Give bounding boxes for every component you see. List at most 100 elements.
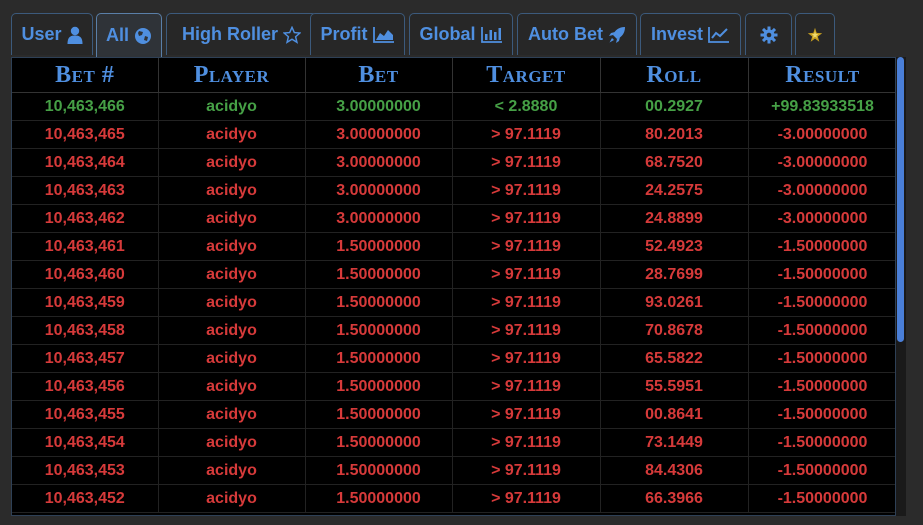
table-row[interactable]: 10,463,460 acidyo 1.50000000 > 97.1119 28.76… <box>12 260 895 289</box>
table-row[interactable]: 10,463,464 acidyo 3.00000000 > 97.1119 68.75… <box>12 148 895 177</box>
tab-favorites[interactable] <box>795 13 835 55</box>
tab-label: Auto Bet <box>528 24 603 44</box>
result-cell: -1.50000000 <box>748 372 895 401</box>
table-row[interactable]: 10,463,452 acidyo 1.50000000 > 97.1119 66.39… <box>12 484 895 513</box>
player-cell: acidyo <box>158 260 306 289</box>
bet-amount-cell: 3.00000000 <box>305 120 453 149</box>
player-cell: acidyo <box>158 428 306 457</box>
player-cell: acidyo <box>158 148 306 177</box>
bet-number-cell[interactable]: 10,463,466 <box>12 92 159 121</box>
tab-high-roller[interactable]: High Roller <box>166 13 317 55</box>
rocket-icon <box>608 26 626 44</box>
result-cell: -3.00000000 <box>748 176 895 205</box>
roll-cell: 24.2575 <box>600 176 749 205</box>
target-cell: > 97.1119 <box>452 260 601 289</box>
bet-number-cell[interactable]: 10,463,455 <box>12 400 159 429</box>
target-cell: < 2.8880 <box>452 92 601 121</box>
target-cell: > 97.1119 <box>452 344 601 373</box>
tab-profit[interactable]: Profit <box>310 13 405 55</box>
roll-cell: 80.2013 <box>600 120 749 149</box>
star-icon <box>283 25 301 44</box>
bet-amount-cell: 1.50000000 <box>305 232 453 261</box>
tab-label: User <box>21 24 62 44</box>
tab-invest[interactable]: Invest <box>640 13 741 55</box>
table-row[interactable]: 10,463,463 acidyo 3.00000000 > 97.1119 24.25… <box>12 176 895 205</box>
table-row[interactable]: 10,463,462 acidyo 3.00000000 > 97.1119 24.88… <box>12 204 895 233</box>
bet-number-cell[interactable]: 10,463,456 <box>12 372 159 401</box>
tab-label: High Roller <box>181 24 278 44</box>
table-row[interactable]: 10,463,453 acidyo 1.50000000 > 97.1119 84.43… <box>12 456 895 485</box>
table-row[interactable]: 10,463,459 acidyo 1.50000000 > 97.1119 93.02… <box>12 288 895 317</box>
bet-amount-cell: 1.50000000 <box>305 484 453 513</box>
table-header-row: Bet # Player Bet Target Roll Result <box>12 58 895 93</box>
player-cell: acidyo <box>158 92 306 121</box>
bet-number-cell[interactable]: 10,463,457 <box>12 344 159 373</box>
bar-chart-icon <box>480 26 503 43</box>
roll-cell: 73.1449 <box>600 428 749 457</box>
bets-table: Bet # Player Bet Target Roll Result 10,4… <box>12 58 895 513</box>
tab-settings[interactable] <box>745 13 792 55</box>
table-row[interactable]: 10,463,456 acidyo 1.50000000 > 97.1119 55.59… <box>12 372 895 401</box>
tab-user[interactable]: User <box>11 13 93 55</box>
bet-number-cell[interactable]: 10,463,465 <box>12 120 159 149</box>
bet-amount-cell: 1.50000000 <box>305 288 453 317</box>
bet-number-cell[interactable]: 10,463,453 <box>12 456 159 485</box>
bet-amount-cell: 3.00000000 <box>305 176 453 205</box>
bet-number-cell[interactable]: 10,463,462 <box>12 204 159 233</box>
bet-number-cell[interactable]: 10,463,461 <box>12 232 159 261</box>
roll-cell: 24.8899 <box>600 204 749 233</box>
result-cell: -1.50000000 <box>748 260 895 289</box>
tab-global[interactable]: Global <box>409 13 513 55</box>
bet-amount-cell: 1.50000000 <box>305 316 453 345</box>
result-cell: -1.50000000 <box>748 344 895 373</box>
target-cell: > 97.1119 <box>452 120 601 149</box>
table-row[interactable]: 10,463,466 acidyo 3.00000000 < 2.8880 00.292… <box>12 92 895 121</box>
target-cell: > 97.1119 <box>452 484 601 513</box>
table-body: 10,463,466 acidyo 3.00000000 < 2.8880 00.292… <box>12 92 895 513</box>
roll-cell: 00.2927 <box>600 92 749 121</box>
target-cell: > 97.1119 <box>452 316 601 345</box>
tab-label: Profit <box>320 24 368 44</box>
player-cell: acidyo <box>158 456 306 485</box>
player-cell: acidyo <box>158 372 306 401</box>
user-icon <box>67 26 83 44</box>
table-row[interactable]: 10,463,454 acidyo 1.50000000 > 97.1119 73.14… <box>12 428 895 457</box>
bet-number-cell[interactable]: 10,463,459 <box>12 288 159 317</box>
bet-number-cell[interactable]: 10,463,460 <box>12 260 159 289</box>
header-bet: Bet <box>305 58 453 93</box>
bet-number-cell[interactable]: 10,463,454 <box>12 428 159 457</box>
target-cell: > 97.1119 <box>452 288 601 317</box>
table-row[interactable]: 10,463,461 acidyo 1.50000000 > 97.1119 52.49… <box>12 232 895 261</box>
target-cell: > 97.1119 <box>452 456 601 485</box>
bet-amount-cell: 1.50000000 <box>305 260 453 289</box>
table-row[interactable]: 10,463,465 acidyo 3.00000000 > 97.1119 80.20… <box>12 120 895 149</box>
roll-cell: 66.3966 <box>600 484 749 513</box>
result-cell: -3.00000000 <box>748 204 895 233</box>
table-row[interactable]: 10,463,458 acidyo 1.50000000 > 97.1119 70.86… <box>12 316 895 345</box>
bet-number-cell[interactable]: 10,463,464 <box>12 148 159 177</box>
bet-number-cell[interactable]: 10,463,463 <box>12 176 159 205</box>
roll-cell: 68.7520 <box>600 148 749 177</box>
tab-label: All <box>105 25 129 45</box>
table-row[interactable]: 10,463,457 acidyo 1.50000000 > 97.1119 65.58… <box>12 344 895 373</box>
scrollbar-thumb[interactable] <box>897 57 904 342</box>
bet-number-cell[interactable]: 10,463,458 <box>12 316 159 345</box>
target-cell: > 97.1119 <box>452 400 601 429</box>
tab-label: Global <box>419 24 476 44</box>
player-cell: acidyo <box>158 344 306 373</box>
result-cell: -1.50000000 <box>748 428 895 457</box>
header-roll: Roll <box>600 58 749 93</box>
tab-label: Invest <box>650 24 704 44</box>
table-row[interactable]: 10,463,455 acidyo 1.50000000 > 97.1119 00.86… <box>12 400 895 429</box>
bet-amount-cell: 1.50000000 <box>305 428 453 457</box>
tab-all[interactable]: All <box>96 13 162 57</box>
bet-amount-cell: 3.00000000 <box>305 92 453 121</box>
target-cell: > 97.1119 <box>452 232 601 261</box>
player-cell: acidyo <box>158 232 306 261</box>
bet-number-cell[interactable]: 10,463,452 <box>12 484 159 513</box>
target-cell: > 97.1119 <box>452 428 601 457</box>
bets-table-panel: Bet # Player Bet Target Roll Result 10,4… <box>11 57 896 516</box>
tab-auto-bet[interactable]: Auto Bet <box>517 13 637 55</box>
gear-icon <box>760 26 778 44</box>
result-cell: -1.50000000 <box>748 400 895 429</box>
